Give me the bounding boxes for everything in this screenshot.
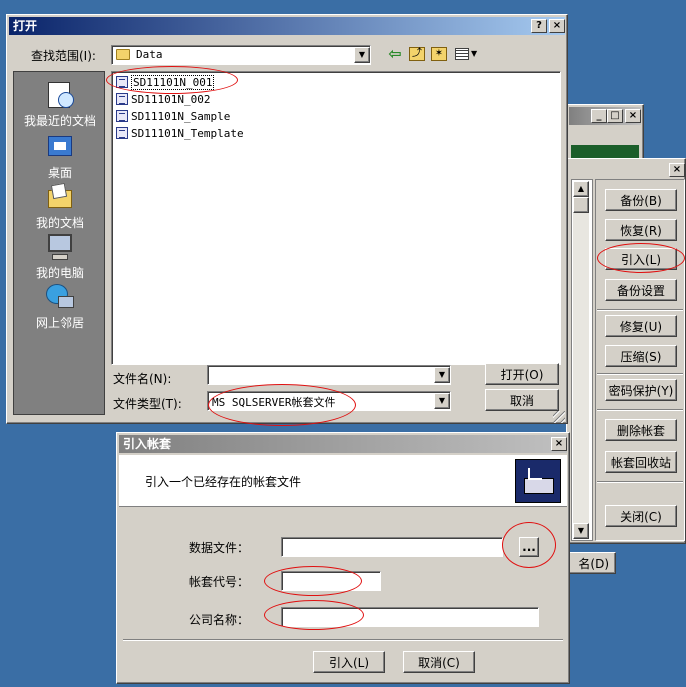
restore-button[interactable]: 恢复(R) (605, 219, 677, 241)
scroll-thumb[interactable] (573, 197, 589, 213)
separator (597, 309, 683, 311)
file-icon (116, 127, 128, 139)
resize-grip-icon[interactable] (553, 411, 565, 423)
filename-label: 文件名(N): (113, 372, 172, 386)
look-in-label: 查找范围(I): (31, 49, 96, 63)
delete-account-button[interactable]: 删除帐套 (605, 419, 677, 441)
file-list[interactable]: SD11101N_001 SD11101N_002 SD11101N_Sampl… (111, 71, 561, 365)
company-name-input[interactable] (281, 607, 539, 627)
cancel-button[interactable]: 取消 (485, 389, 559, 411)
file-item[interactable]: SD11101N_Template (116, 125, 244, 141)
import-dialog-titlebar: 引入帐套 (119, 435, 567, 453)
close-button[interactable]: × (625, 109, 641, 123)
separator (597, 481, 683, 483)
look-in-value: Data (136, 48, 163, 61)
file-name: SD11101N_Sample (131, 109, 231, 123)
compress-button[interactable]: 压缩(S) (605, 345, 677, 367)
account-recycle-bin-button[interactable]: 帐套回收站 (605, 451, 677, 473)
filetype-label: 文件类型(T): (113, 397, 182, 411)
backup-settings-button[interactable]: 备份设置 (605, 279, 677, 301)
places-my-documents[interactable]: 我的文档 (14, 182, 106, 231)
network-places-icon (44, 282, 76, 312)
filename-combobox[interactable]: ▼ (207, 365, 451, 385)
places-label: 我最近的文档 (23, 114, 96, 128)
places-label: 桌面 (47, 166, 72, 180)
my-documents-icon (44, 182, 76, 212)
places-label: 我的文档 (35, 216, 84, 230)
repair-button[interactable]: 修复(U) (605, 315, 677, 337)
account-panel: × ▲ ▼ 备份(B) 恢复(R) 引入(L) 备份设置 修复(U) 压缩(S)… (566, 158, 686, 544)
filetype-combobox[interactable]: MS SQLSERVER帐套文件 ▼ (207, 391, 451, 411)
file-name: SD11101N_002 (131, 92, 211, 106)
backup-button[interactable]: 备份(B) (605, 189, 677, 211)
header-text: 引入一个已经存在的帐套文件 (145, 475, 302, 489)
browse-button[interactable]: ... (519, 537, 539, 557)
import-wizard-icon (515, 459, 561, 503)
places-label: 我的电脑 (35, 266, 84, 280)
open-file-dialog: 打开 ? × 查找范围(I): Data ▼ ⇦ ⤴ ✶ ▼ 我最近的文档 桌面 (6, 14, 568, 424)
look-in-combobox[interactable]: Data ▼ (111, 45, 371, 65)
separator (597, 373, 683, 375)
account-code-label: 帐套代号： (189, 575, 250, 589)
places-label: 网上邻居 (35, 316, 84, 330)
separator (597, 409, 683, 411)
chevron-down-icon[interactable]: ▼ (434, 393, 450, 409)
company-name-label: 公司名称： (189, 613, 250, 627)
import-header: 引入一个已经存在的帐套文件 (119, 455, 567, 507)
data-file-label: 数据文件： (189, 541, 250, 555)
places-desktop[interactable]: 桌面 (14, 132, 106, 181)
file-icon (116, 110, 128, 122)
open-dialog-title: 打开 (13, 19, 38, 33)
back-arrow-icon[interactable]: ⇦ (387, 46, 403, 62)
help-button[interactable]: ? (531, 19, 547, 33)
places-my-computer[interactable]: 我的电脑 (14, 232, 106, 281)
maximize-button[interactable]: □ (607, 109, 623, 123)
places-network[interactable]: 网上邻居 (14, 282, 106, 331)
import-cancel-button[interactable]: 取消(C) (403, 651, 475, 673)
file-item[interactable]: SD11101N_002 (116, 91, 210, 107)
file-item[interactable]: SD11101N_001 (116, 74, 215, 90)
close-button[interactable]: × (551, 437, 567, 451)
open-dialog-titlebar: 打开 (9, 17, 565, 35)
separator (123, 639, 563, 641)
scroll-up-button[interactable]: ▲ (573, 181, 589, 197)
view-dropdown-icon[interactable]: ▼ (471, 49, 477, 58)
panel-close-button[interactable]: × (669, 163, 685, 177)
account-code-input[interactable] (281, 571, 381, 591)
up-folder-icon[interactable]: ⤴ (409, 47, 425, 61)
panel-scrollbar[interactable]: ▲ ▼ (573, 181, 589, 539)
scroll-down-button[interactable]: ▼ (573, 523, 589, 539)
file-icon (116, 76, 128, 88)
background-window: _ □ × (566, 104, 644, 162)
places-recent[interactable]: 我最近的文档 (14, 80, 106, 129)
password-protect-button[interactable]: 密码保护(Y) (605, 379, 677, 401)
import-button[interactable]: 引入(L) (605, 248, 677, 270)
data-file-input[interactable] (281, 537, 503, 557)
minimize-button[interactable]: _ (591, 109, 607, 123)
import-confirm-button[interactable]: 引入(L) (313, 651, 385, 673)
close-button[interactable]: × (549, 19, 565, 33)
partial-button[interactable]: 名(D) (566, 552, 616, 574)
desktop-icon (44, 132, 76, 162)
filetype-value: MS SQLSERVER帐套文件 (212, 396, 336, 409)
chevron-down-icon[interactable]: ▼ (434, 367, 450, 383)
import-dialog-title: 引入帐套 (123, 437, 172, 451)
view-menu-icon[interactable] (455, 48, 469, 60)
places-bar: 我最近的文档 桌面 我的文档 我的电脑 网上邻居 (13, 71, 105, 415)
chevron-down-icon[interactable]: ▼ (354, 47, 370, 63)
my-computer-icon (44, 232, 76, 262)
file-icon (116, 93, 128, 105)
import-account-dialog: 引入帐套 × 引入一个已经存在的帐套文件 数据文件： ... 帐套代号： 公司名… (116, 432, 570, 684)
close-panel-button[interactable]: 关闭(C) (605, 505, 677, 527)
new-folder-icon[interactable]: ✶ (431, 47, 447, 61)
file-name: SD11101N_Template (131, 126, 244, 140)
file-name: SD11101N_001 (131, 74, 215, 90)
green-strip (571, 145, 639, 159)
open-button[interactable]: 打开(O) (485, 363, 559, 385)
folder-icon (116, 49, 130, 60)
recent-documents-icon (44, 80, 76, 110)
file-item[interactable]: SD11101N_Sample (116, 108, 230, 124)
